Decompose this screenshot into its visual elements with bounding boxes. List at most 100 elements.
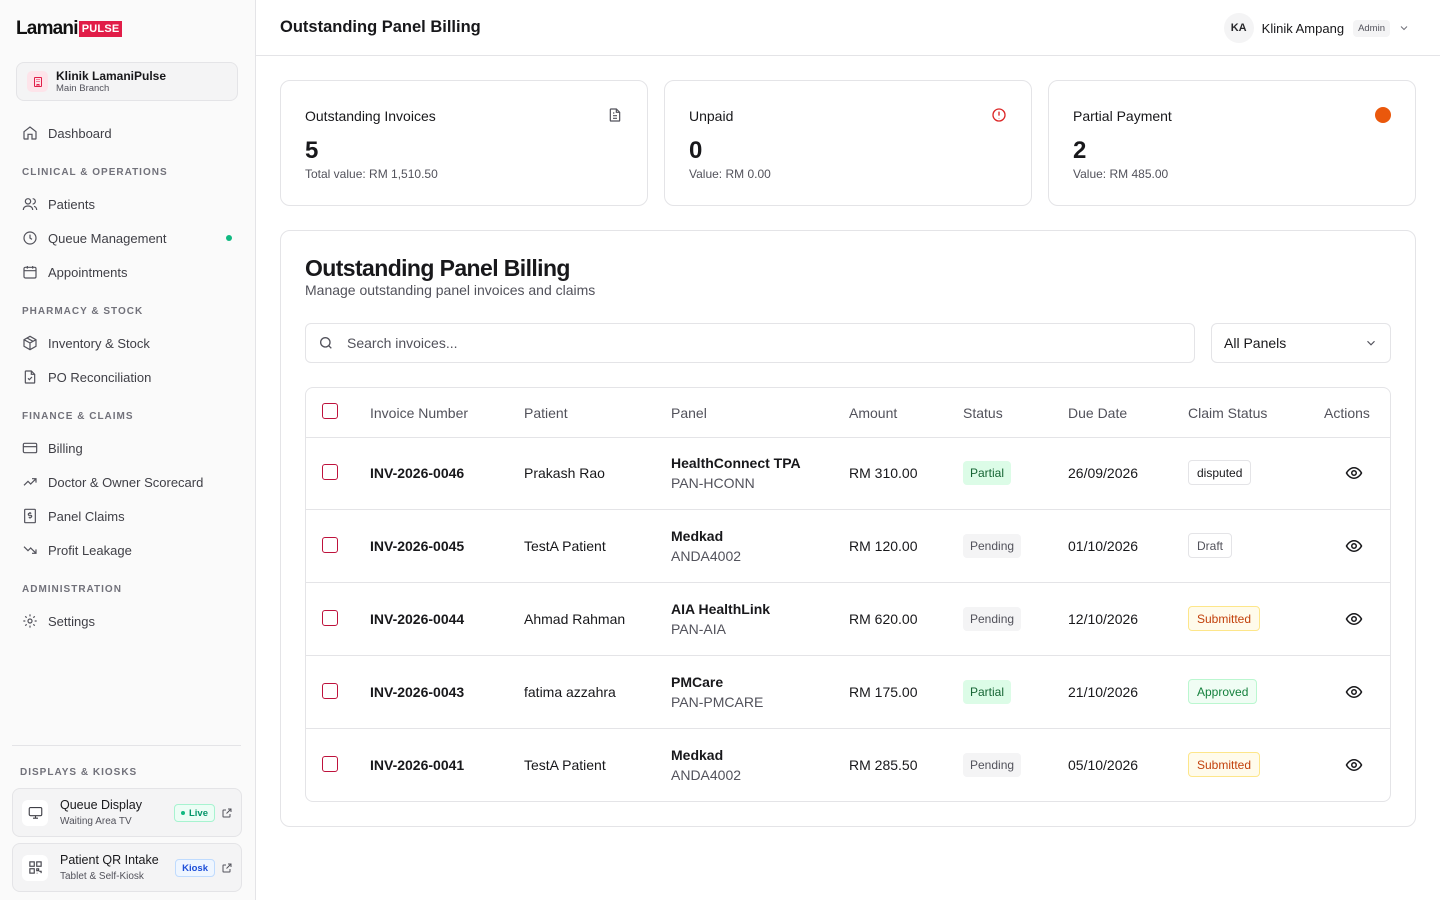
trending-up-icon xyxy=(23,478,37,486)
row-checkbox[interactable] xyxy=(322,756,338,772)
col-invoice-number[interactable]: Invoice Number xyxy=(370,405,468,421)
col-panel[interactable]: Panel xyxy=(671,405,707,421)
status-badge: Pending xyxy=(963,753,1022,777)
qr-code-icon xyxy=(22,854,48,881)
table-row[interactable]: INV-2026-0043 fatima azzahra PMCare PAN-… xyxy=(306,656,1390,729)
user-menu[interactable]: KA Klinik Ampang Admin xyxy=(1223,13,1410,43)
nav-profit-leakage[interactable]: Profit Leakage xyxy=(16,535,240,565)
panel-name: PMCare xyxy=(671,674,724,690)
clinic-branch: Main Branch xyxy=(56,82,110,94)
trending-down-icon xyxy=(23,546,37,554)
nav-label: PO Reconciliation xyxy=(48,369,152,385)
nav-label: Appointments xyxy=(48,264,128,280)
nav-settings[interactable]: Settings xyxy=(16,606,240,636)
eye-icon[interactable] xyxy=(1345,610,1363,628)
nav-billing[interactable]: Billing xyxy=(16,433,240,463)
status-badge: Pending xyxy=(963,607,1022,631)
nav-section-administration: ADMINISTRATION xyxy=(22,584,122,595)
due-date: 01/10/2026 xyxy=(1068,538,1139,554)
external-link-icon[interactable] xyxy=(221,807,233,819)
claim-status-badge: Approved xyxy=(1188,679,1258,704)
nav-appointments[interactable]: Appointments xyxy=(16,257,240,287)
clinic-switcher[interactable]: Klinik LamaniPulse Main Branch xyxy=(16,62,238,101)
eye-icon[interactable] xyxy=(1345,537,1363,555)
due-date: 05/10/2026 xyxy=(1068,757,1139,773)
panel-name: Medkad xyxy=(671,747,724,763)
nav-dashboard[interactable]: Dashboard xyxy=(16,118,240,148)
chevron-down-icon xyxy=(1367,340,1375,346)
table-row[interactable]: INV-2026-0046 Prakash Rao HealthConnect … xyxy=(306,437,1390,510)
patient-name: TestA Patient xyxy=(524,538,606,554)
amount: RM 285.50 xyxy=(849,757,918,773)
clinic-name: Klinik LamaniPulse xyxy=(56,68,167,83)
app-logo[interactable]: Lamani PULSE xyxy=(16,18,123,39)
panel-name: AIA HealthLink xyxy=(671,601,771,617)
external-link-icon[interactable] xyxy=(221,862,233,874)
stat-value: 0 xyxy=(689,137,703,164)
search-box[interactable] xyxy=(305,323,1195,363)
search-input[interactable] xyxy=(347,335,1147,351)
panel-name: Medkad xyxy=(671,528,724,544)
panel-code: PAN-HCONN xyxy=(671,475,755,491)
row-checkbox[interactable] xyxy=(322,537,338,553)
claim-status-badge: Submitted xyxy=(1188,606,1261,631)
eye-icon[interactable] xyxy=(1345,464,1363,482)
nav-panel-claims[interactable]: Panel Claims xyxy=(16,501,240,531)
clock-icon xyxy=(23,231,37,245)
col-amount[interactable]: Amount xyxy=(849,405,897,421)
col-due-date[interactable]: Due Date xyxy=(1068,405,1127,421)
table-row[interactable]: INV-2026-0041 TestA Patient Medkad ANDA4… xyxy=(306,729,1390,801)
document-icon xyxy=(609,108,621,122)
eye-icon[interactable] xyxy=(1345,683,1363,701)
live-indicator xyxy=(226,235,232,241)
due-date: 12/10/2026 xyxy=(1068,611,1139,627)
stat-outstanding-invoices: Outstanding Invoices 5 Total value: RM 1… xyxy=(280,80,648,206)
panel-code: ANDA4002 xyxy=(671,548,742,564)
nav-section-displays: DISPLAYS & KIOSKS xyxy=(20,767,138,778)
amount: RM 620.00 xyxy=(849,611,918,627)
monitor-icon xyxy=(22,799,48,826)
row-checkbox[interactable] xyxy=(322,464,338,480)
kiosk-badge: Kiosk xyxy=(175,859,215,877)
patient-qr-intake-link[interactable]: Patient QR Intake Tablet & Self-Kiosk Ki… xyxy=(12,843,242,892)
col-patient[interactable]: Patient xyxy=(524,405,568,421)
col-status[interactable]: Status xyxy=(963,405,1003,421)
row-checkbox[interactable] xyxy=(322,610,338,626)
logo-text: Lamani xyxy=(16,18,79,39)
queue-display-link[interactable]: Queue Display Waiting Area TV Live xyxy=(12,788,242,837)
live-badge: Live xyxy=(173,804,215,822)
table-row[interactable]: INV-2026-0044 Ahmad Rahman AIA HealthLin… xyxy=(306,583,1390,656)
gear-icon xyxy=(23,614,37,628)
panel-filter-select[interactable]: All Panels xyxy=(1211,323,1391,363)
nav-section-pharmacy: PHARMACY & STOCK xyxy=(22,306,144,317)
invoice-number: INV-2026-0045 xyxy=(370,538,465,554)
sidebar: Lamani PULSE Klinik LamaniPulse Main Bra… xyxy=(0,0,256,900)
nav-label: Panel Claims xyxy=(48,508,125,524)
stat-title: Partial Payment xyxy=(1073,108,1172,124)
invoice-number: INV-2026-0041 xyxy=(370,757,465,773)
nav-inventory-stock[interactable]: Inventory & Stock xyxy=(16,328,240,358)
nav-label: Settings xyxy=(48,613,95,629)
panel-code: PAN-PMCARE xyxy=(671,694,764,710)
nav-scorecard[interactable]: Doctor & Owner Scorecard xyxy=(16,467,240,497)
nav-po-reconciliation[interactable]: PO Reconciliation xyxy=(16,362,240,392)
eye-icon[interactable] xyxy=(1345,756,1363,774)
amount: RM 175.00 xyxy=(849,684,918,700)
status-badge: Partial xyxy=(963,680,1012,704)
stat-value: 5 xyxy=(305,137,319,164)
col-claim-status[interactable]: Claim Status xyxy=(1188,405,1267,421)
row-checkbox[interactable] xyxy=(322,683,338,699)
nav-label: Profit Leakage xyxy=(48,542,132,558)
qr-intake-sub: Tablet & Self-Kiosk xyxy=(60,870,144,882)
nav-queue-management[interactable]: Queue Management xyxy=(16,223,240,253)
table-row[interactable]: INV-2026-0045 TestA Patient Medkad ANDA4… xyxy=(306,510,1390,583)
status-badge: Partial xyxy=(963,461,1012,485)
nav-patients[interactable]: Patients xyxy=(16,189,240,219)
claim-status-badge: Draft xyxy=(1188,533,1233,558)
qr-intake-title: Patient QR Intake xyxy=(60,852,159,867)
patient-name: Ahmad Rahman xyxy=(524,611,626,627)
status-badge: Pending xyxy=(963,534,1022,558)
select-all-checkbox[interactable] xyxy=(322,403,338,419)
patient-name: Prakash Rao xyxy=(524,465,605,481)
invoice-number: INV-2026-0044 xyxy=(370,611,465,627)
